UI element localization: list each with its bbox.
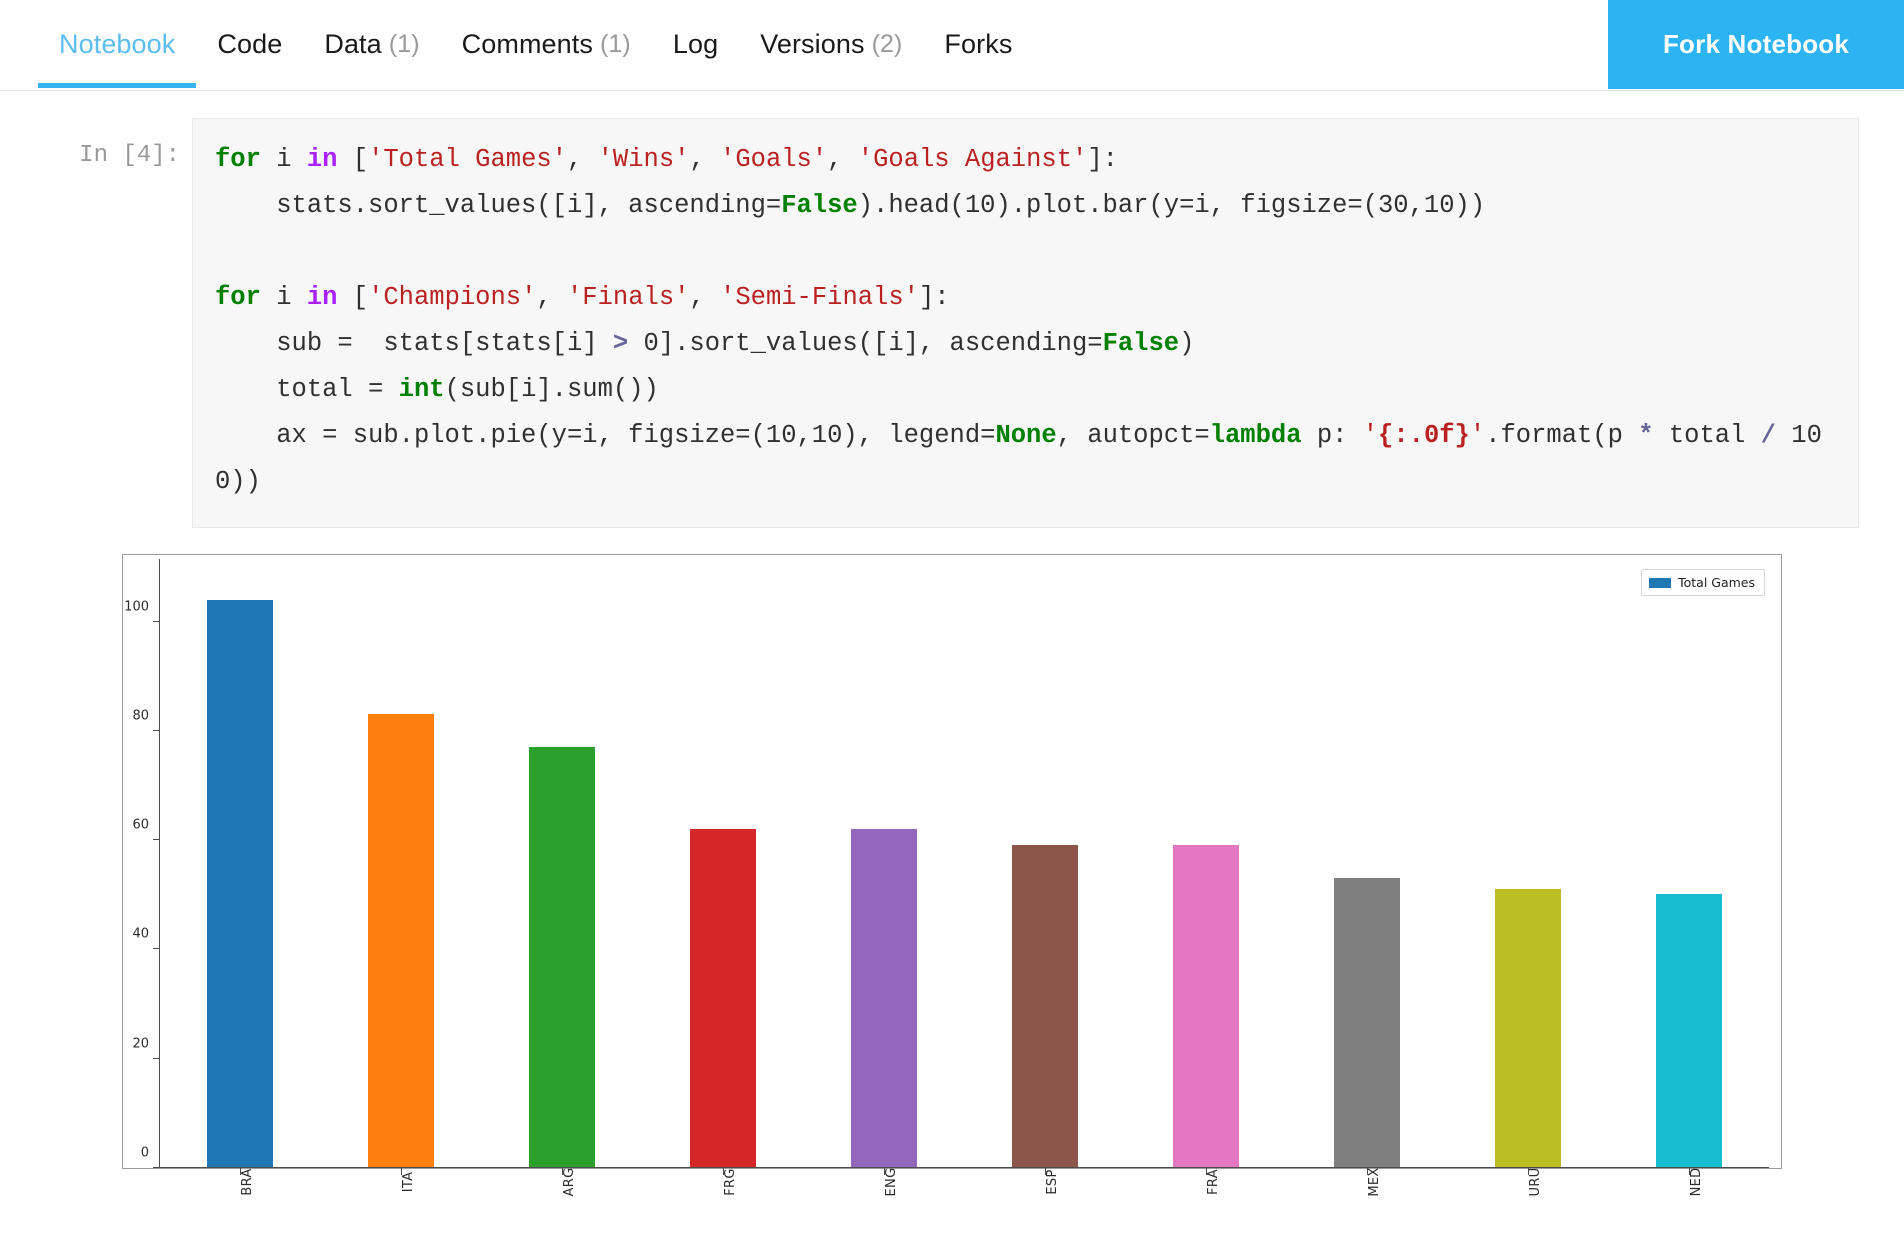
tab-data[interactable]: Data (1) [303, 0, 440, 88]
y-tick-mark [153, 1058, 159, 1059]
bar-esp [1012, 845, 1078, 1167]
bar-uru [1495, 889, 1561, 1167]
bar-mex [1334, 878, 1400, 1167]
x-tick-label: FRG [723, 1168, 738, 1195]
tab-list: Notebook Code Data (1) Comments (1) Log … [0, 0, 1033, 88]
tab-versions-count: (2) [872, 30, 903, 59]
x-tick-label: ESP [1045, 1169, 1060, 1194]
bar-slot [321, 567, 482, 1167]
bar-slot [1286, 567, 1447, 1167]
x-tick-slot: FRG [643, 1168, 804, 1176]
notebook-tabbar: Notebook Code Data (1) Comments (1) Log … [0, 0, 1904, 91]
bar-slot [1608, 567, 1769, 1167]
x-tick-label: NED [1689, 1168, 1704, 1197]
bar-fra [1173, 845, 1239, 1167]
y-tick-label: 40 [113, 927, 149, 942]
y-tick-mark [153, 839, 159, 840]
x-tick-label: URU [1528, 1168, 1543, 1197]
code-editor[interactable]: for i in ['Total Games', 'Wins', 'Goals'… [192, 118, 1859, 528]
x-tick-slot: ENG [804, 1168, 965, 1176]
x-tick-label: MEX [1367, 1167, 1382, 1196]
tab-forks-label: Forks [944, 29, 1012, 60]
tab-comments-count: (1) [600, 30, 631, 59]
bar-slot [1447, 567, 1608, 1167]
bar-ita [368, 714, 434, 1167]
bar-slot [643, 567, 804, 1167]
x-tick-label: BRA [240, 1168, 255, 1195]
bar-slot [804, 567, 965, 1167]
fork-notebook-button[interactable]: Fork Notebook [1608, 0, 1904, 89]
tab-data-count: (1) [389, 30, 420, 59]
x-tick-slot: URU [1447, 1168, 1608, 1176]
bar-slot [1125, 567, 1286, 1167]
y-tick-mark [153, 1167, 159, 1168]
x-tick-slot: BRA [160, 1168, 321, 1176]
x-tick-slot: FRA [1125, 1168, 1286, 1176]
x-tick-slot: ESP [965, 1168, 1126, 1176]
x-tick-label: ARG [562, 1168, 577, 1197]
cell-prompt: In [4]: [0, 118, 192, 169]
fork-notebook-button-label: Fork Notebook [1663, 29, 1849, 60]
y-tick-mark [153, 948, 159, 949]
bar-arg [529, 747, 595, 1167]
x-tick-slot: MEX [1286, 1168, 1447, 1176]
bar-series [160, 567, 1769, 1167]
tab-forks[interactable]: Forks [923, 0, 1033, 88]
plot-area: 020406080100 BRAITAARGFRGENGESPFRAMEXURU… [159, 567, 1769, 1168]
bar-slot [482, 567, 643, 1167]
tab-data-label: Data [324, 29, 381, 60]
y-tick-mark [153, 621, 159, 622]
tab-notebook-label: Notebook [59, 29, 175, 60]
x-tick-label: ENG [884, 1168, 899, 1197]
notebook-code-cell: In [4]: for i in ['Total Games', 'Wins',… [0, 118, 1904, 528]
y-tick-label: 0 [113, 1146, 149, 1161]
bar-ned [1656, 894, 1722, 1167]
y-tick-label: 20 [113, 1036, 149, 1051]
y-tick-mark [153, 730, 159, 731]
x-tick-slot: ITA [321, 1168, 482, 1176]
x-tick-slot: NED [1608, 1168, 1769, 1176]
x-tick-slot: ARG [482, 1168, 643, 1176]
y-tick-label: 60 [113, 818, 149, 833]
bar-slot [965, 567, 1126, 1167]
tab-comments-label: Comments [462, 29, 593, 60]
bar-eng [851, 829, 917, 1167]
bar-frg [690, 829, 756, 1167]
tab-comments[interactable]: Comments (1) [441, 0, 652, 88]
tab-versions[interactable]: Versions (2) [739, 0, 923, 88]
x-axis-ticks: BRAITAARGFRGENGESPFRAMEXURUNED [160, 1168, 1769, 1176]
bar-slot [160, 567, 321, 1167]
x-tick-label: FRA [1206, 1169, 1221, 1195]
tab-versions-label: Versions [760, 29, 864, 60]
tab-code-label: Code [217, 29, 282, 60]
chart-output-region: Total Games 020406080100 BRAITAARGFRGENG… [0, 554, 1904, 1169]
tab-code[interactable]: Code [196, 0, 303, 88]
tab-log[interactable]: Log [652, 0, 739, 88]
x-tick-label: ITA [401, 1172, 416, 1193]
y-tick-label: 100 [113, 599, 149, 614]
bar-bra [207, 600, 273, 1167]
tab-notebook[interactable]: Notebook [38, 0, 196, 88]
tab-log-label: Log [673, 29, 718, 60]
bar-chart: Total Games 020406080100 BRAITAARGFRGENG… [122, 554, 1782, 1169]
y-tick-label: 80 [113, 708, 149, 723]
